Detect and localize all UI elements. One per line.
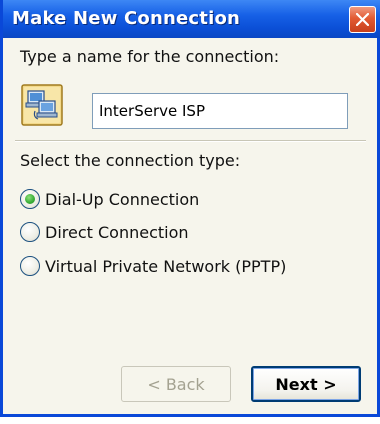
- radio-label-vpn: Virtual Private Network (PPTP): [45, 256, 287, 276]
- radio-button-dial-up[interactable]: [20, 189, 40, 209]
- network-connection-icon: [21, 84, 63, 126]
- radio-button-direct[interactable]: [20, 222, 40, 242]
- radio-label-direct: Direct Connection: [45, 222, 189, 242]
- radio-option-vpn[interactable]: Virtual Private Network (PPTP): [20, 254, 286, 278]
- window-title: Make New Connection: [12, 8, 241, 29]
- name-prompt-label: Type a name for the connection:: [20, 47, 280, 66]
- next-button[interactable]: Next >: [251, 366, 361, 402]
- type-prompt-label: Select the connection type:: [20, 151, 241, 170]
- close-button[interactable]: [349, 6, 376, 33]
- radio-option-dial-up[interactable]: Dial-Up Connection: [20, 187, 199, 211]
- radio-label-dial-up: Dial-Up Connection: [45, 189, 200, 209]
- make-new-connection-dialog: Make New Connection Type a name for the …: [0, 0, 380, 417]
- connection-name-input[interactable]: [92, 93, 348, 129]
- close-icon: [356, 13, 369, 26]
- title-bar: Make New Connection: [3, 0, 380, 38]
- radio-button-vpn[interactable]: [20, 256, 40, 276]
- section-divider: [15, 140, 366, 142]
- radio-option-direct[interactable]: Direct Connection: [20, 220, 189, 244]
- back-button[interactable]: < Back: [121, 366, 231, 402]
